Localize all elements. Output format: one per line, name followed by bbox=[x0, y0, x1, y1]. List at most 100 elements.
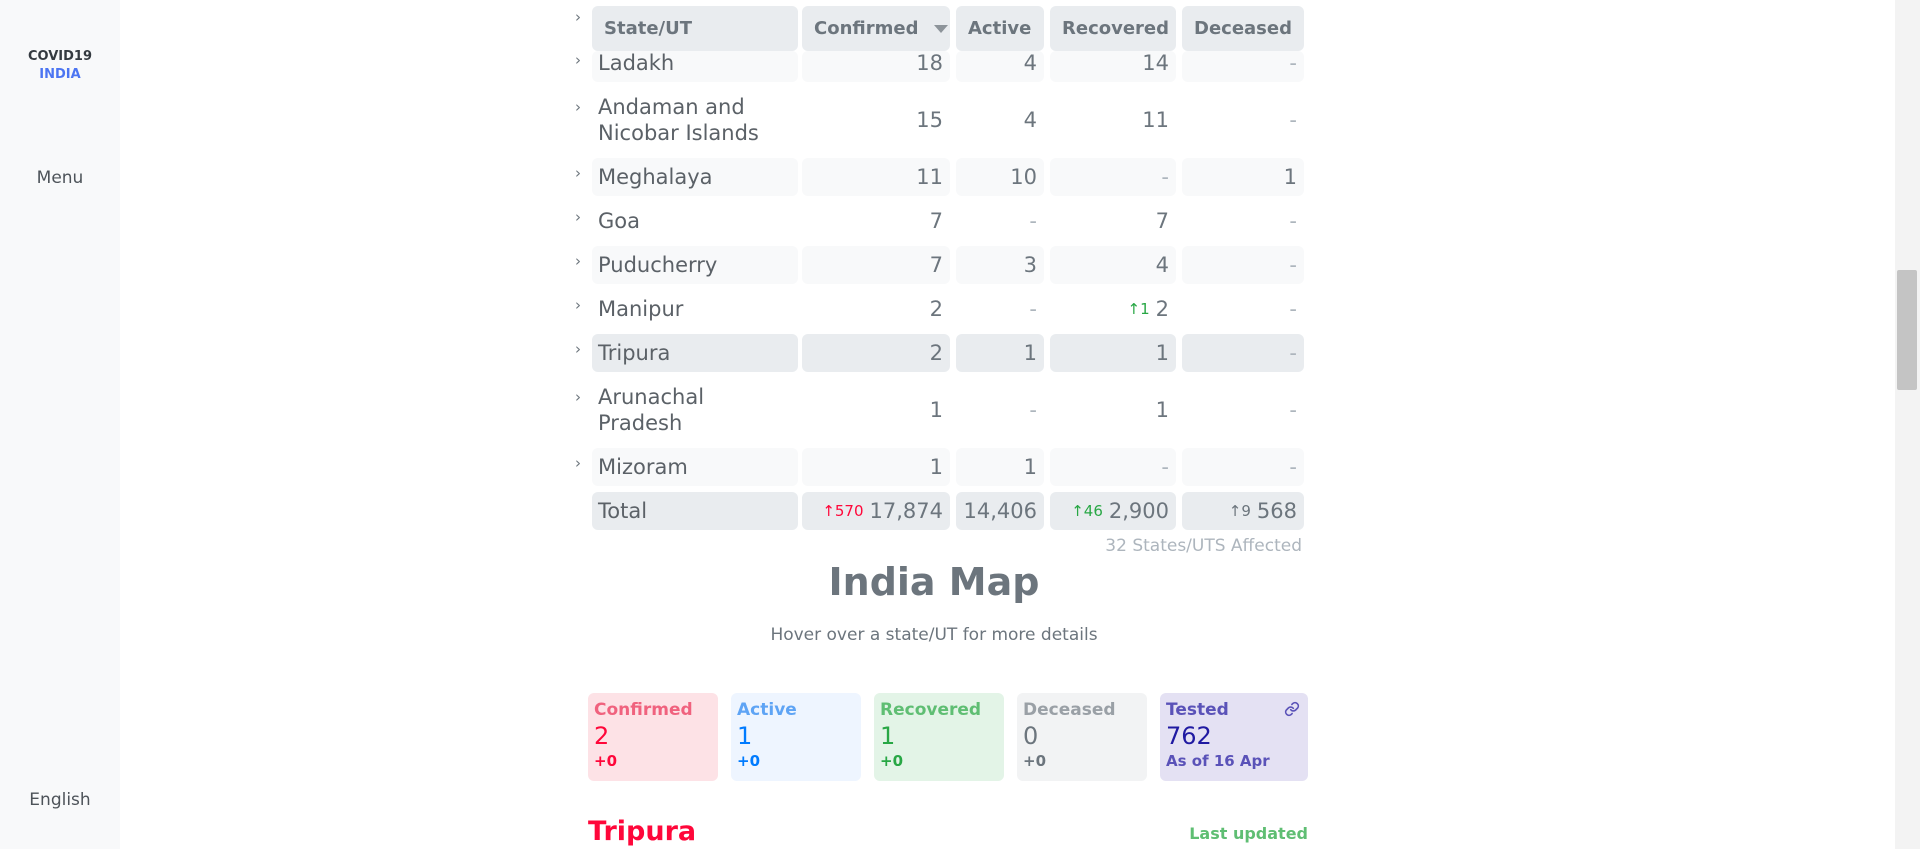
selected-state-heading: Tripura bbox=[588, 816, 697, 847]
recovered-value: 2 bbox=[1155, 297, 1169, 321]
total-recovered-value: 2,900 bbox=[1108, 499, 1169, 523]
link-icon[interactable] bbox=[1284, 701, 1300, 717]
recovered-value: 7 bbox=[1155, 209, 1169, 233]
state-name: Meghalaya bbox=[592, 158, 798, 196]
recovered-cell: ↑1 2 bbox=[1050, 290, 1176, 328]
total-confirmed-cell: ↑570 17,874 bbox=[802, 492, 950, 530]
confirmed-value: 18 bbox=[802, 51, 950, 82]
confirmed-value: 15 bbox=[916, 108, 943, 132]
sidebar: COVID19 INDIA Menu English bbox=[0, 0, 120, 849]
tested-card: Tested 762 As of 16 Apr bbox=[1160, 693, 1308, 781]
recovered-value: 1 bbox=[1155, 398, 1169, 422]
active-value: 1 bbox=[956, 334, 1044, 372]
state-name: Manipur bbox=[598, 297, 684, 321]
sort-desc-icon bbox=[934, 24, 949, 33]
recovered-value: 4 bbox=[1050, 246, 1176, 284]
last-updated-label: Last updated bbox=[1189, 824, 1308, 843]
confirmed-card: Confirmed 2 +0 bbox=[588, 693, 718, 781]
header-confirmed[interactable]: Confirmed bbox=[802, 6, 950, 51]
recovered-value: 11 bbox=[1142, 108, 1169, 132]
map-title: India Map bbox=[828, 560, 1040, 604]
card-label: Recovered bbox=[880, 700, 982, 720]
card-value: 2 bbox=[594, 722, 610, 750]
confirmed-value: 7 bbox=[929, 209, 943, 233]
state-name: Andaman and Nicobar Islands bbox=[598, 95, 759, 145]
deceased-value: - bbox=[1182, 448, 1304, 486]
menu-button[interactable]: Menu bbox=[0, 168, 120, 188]
states-affected-note: 32 States/UTS Affected bbox=[1105, 536, 1302, 556]
confirmed-value: 2 bbox=[802, 334, 950, 372]
card-label: Tested bbox=[1166, 700, 1229, 720]
recovered-delta: ↑1 bbox=[1127, 300, 1150, 318]
recovered-value: - bbox=[1050, 448, 1176, 486]
deceased-value: - bbox=[1289, 398, 1297, 422]
deceased-value: - bbox=[1289, 209, 1297, 233]
chevron-right-icon[interactable]: › bbox=[564, 454, 592, 472]
chevron-right-icon: › bbox=[575, 8, 581, 26]
header-recovered[interactable]: Recovered bbox=[1050, 6, 1176, 51]
active-value: - bbox=[1029, 297, 1037, 321]
chevron-right-icon[interactable]: › bbox=[564, 296, 592, 314]
chevron-right-icon[interactable]: › bbox=[564, 388, 592, 406]
active-value: 4 bbox=[1023, 108, 1037, 132]
state-name: Tripura bbox=[592, 334, 798, 372]
recovered-card: Recovered 1 +0 bbox=[874, 693, 1004, 781]
card-label: Deceased bbox=[1023, 700, 1116, 720]
header-active[interactable]: Active bbox=[956, 6, 1044, 51]
state-name: Mizoram bbox=[592, 448, 798, 486]
chevron-right-icon[interactable]: › bbox=[564, 208, 592, 226]
header-deceased-label: Deceased bbox=[1194, 18, 1292, 39]
header-state-label: State/UT bbox=[604, 18, 692, 39]
card-delta: +0 bbox=[737, 752, 761, 770]
confirmed-value: 2 bbox=[929, 297, 943, 321]
total-deceased-delta: ↑9 bbox=[1228, 502, 1251, 520]
card-value: 0 bbox=[1023, 722, 1039, 750]
header-state[interactable]: State/UT bbox=[592, 6, 798, 51]
card-delta: +0 bbox=[594, 752, 618, 770]
active-value: 4 bbox=[956, 51, 1044, 82]
active-card: Active 1 +0 bbox=[731, 693, 861, 781]
card-delta: +0 bbox=[880, 752, 904, 770]
chevron-right-icon[interactable]: › bbox=[564, 51, 592, 69]
card-label: Active bbox=[737, 700, 797, 720]
state-name: Ladakh bbox=[592, 51, 798, 82]
deceased-value: - bbox=[1289, 108, 1297, 132]
scrollbar-thumb[interactable] bbox=[1897, 270, 1917, 390]
scrollbar[interactable] bbox=[1895, 0, 1920, 849]
brand-logo[interactable]: COVID19 INDIA bbox=[0, 48, 120, 84]
chevron-right-icon[interactable]: › bbox=[564, 340, 592, 358]
confirmed-value: 1 bbox=[929, 398, 943, 422]
header-recovered-label: Recovered bbox=[1062, 18, 1170, 39]
header-active-label: Active bbox=[968, 18, 1032, 39]
card-value: 1 bbox=[880, 722, 896, 750]
language-selector[interactable]: English bbox=[0, 790, 120, 810]
total-deceased-cell: ↑9 568 bbox=[1182, 492, 1304, 530]
active-value: 3 bbox=[956, 246, 1044, 284]
confirmed-value: 7 bbox=[802, 246, 950, 284]
card-label: Confirmed bbox=[594, 700, 693, 720]
state-name: Arunachal Pradesh bbox=[598, 385, 705, 435]
deceased-card: Deceased 0 +0 bbox=[1017, 693, 1147, 781]
deceased-value: - bbox=[1289, 297, 1297, 321]
recovered-value: 1 bbox=[1050, 334, 1176, 372]
brand-line1: COVID19 bbox=[27, 49, 93, 64]
total-recovered-cell: ↑46 2,900 bbox=[1050, 492, 1176, 530]
recovered-value: 14 bbox=[1050, 51, 1176, 82]
active-value: - bbox=[1029, 398, 1037, 422]
card-value: 762 bbox=[1166, 722, 1212, 750]
map-subtitle: Hover over a state/UT for more details bbox=[770, 625, 1098, 645]
deceased-value: - bbox=[1182, 246, 1304, 284]
total-recovered-delta: ↑46 bbox=[1071, 502, 1103, 520]
chevron-right-icon[interactable]: › bbox=[564, 252, 592, 270]
chevron-right-icon[interactable]: › bbox=[564, 98, 592, 116]
total-confirmed-delta: ↑570 bbox=[822, 502, 864, 520]
active-value: - bbox=[1029, 209, 1037, 233]
header-deceased[interactable]: Deceased bbox=[1182, 6, 1304, 51]
card-value: 1 bbox=[737, 722, 753, 750]
confirmed-value: 11 bbox=[802, 158, 950, 196]
deceased-value: 1 bbox=[1182, 158, 1304, 196]
total-confirmed-value: 17,874 bbox=[869, 499, 943, 523]
total-active-value: 14,406 bbox=[956, 492, 1044, 530]
brand-line2: INDIA bbox=[39, 67, 81, 82]
chevron-right-icon[interactable]: › bbox=[564, 164, 592, 182]
